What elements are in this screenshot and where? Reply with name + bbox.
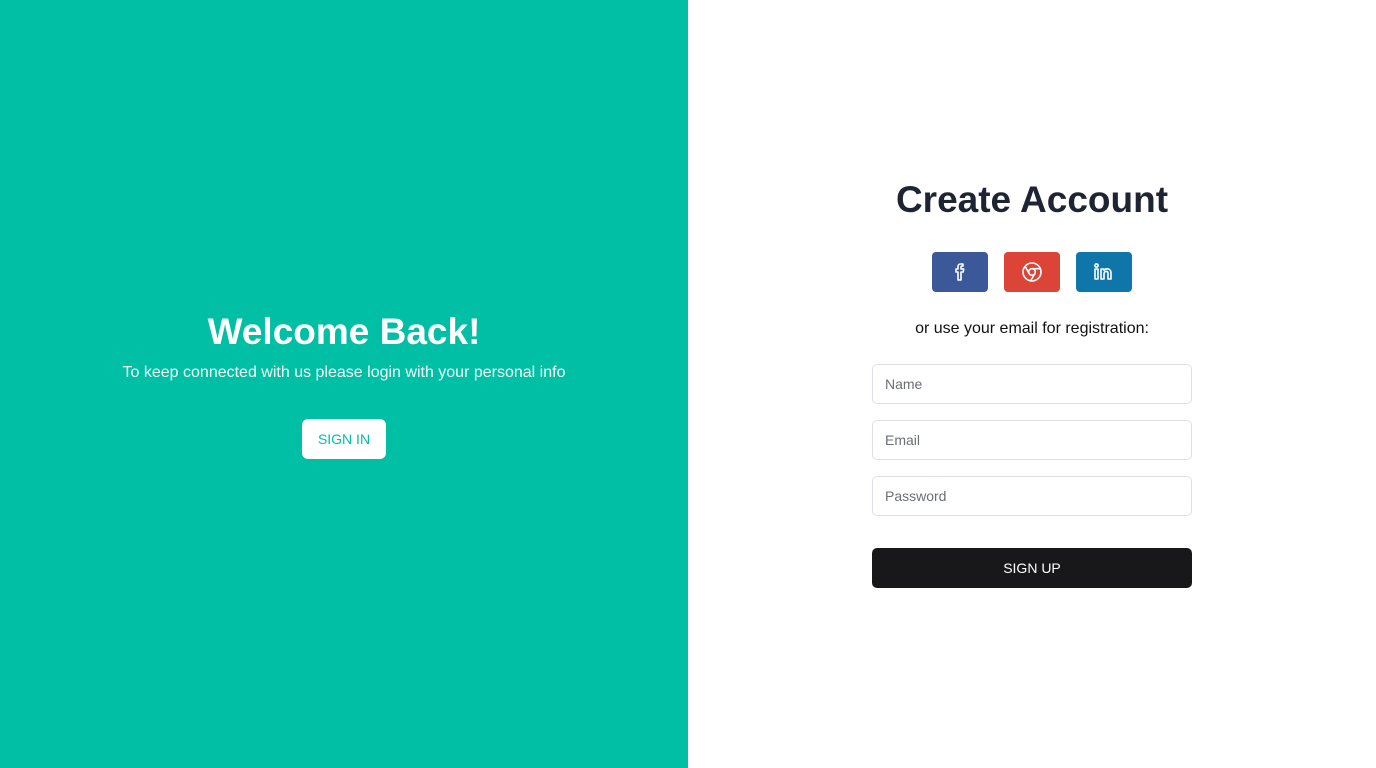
email-input[interactable] xyxy=(872,420,1192,460)
google-button[interactable] xyxy=(1004,252,1060,292)
welcome-content: Welcome Back! To keep connected with us … xyxy=(0,312,688,459)
email-registration-hint: or use your email for registration: xyxy=(915,320,1149,337)
welcome-subtitle: To keep connected with us please login w… xyxy=(122,364,566,381)
auth-page: Welcome Back! To keep connected with us … xyxy=(0,0,1376,768)
welcome-title: Welcome Back! xyxy=(207,311,481,352)
password-input[interactable] xyxy=(872,476,1192,516)
linkedin-button[interactable] xyxy=(1076,252,1132,292)
sign-up-button[interactable]: SIGN UP xyxy=(872,548,1192,588)
welcome-panel: Welcome Back! To keep connected with us … xyxy=(0,0,688,768)
sign-in-button[interactable]: SIGN IN xyxy=(302,419,386,459)
linkedin-icon xyxy=(1091,260,1117,284)
facebook-icon xyxy=(948,260,972,284)
create-account-title: Create Account xyxy=(895,179,1169,220)
name-input[interactable] xyxy=(872,364,1192,404)
chrome-icon xyxy=(1020,260,1044,284)
social-login-row xyxy=(932,252,1132,292)
facebook-button[interactable] xyxy=(932,252,988,292)
create-account-panel: Create Account or use your email for reg… xyxy=(688,0,1376,768)
